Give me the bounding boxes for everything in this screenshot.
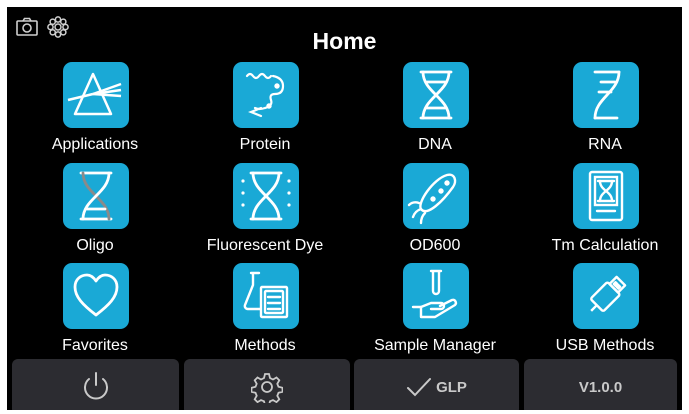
tile-dna[interactable]: DNA	[355, 62, 515, 162]
tile-label: Tm Calculation	[551, 237, 659, 254]
tile-protein[interactable]: Protein	[185, 62, 345, 162]
glp-button[interactable]: GLP	[354, 359, 519, 410]
fluorescent-helix-icon	[233, 163, 299, 229]
tile-tm-calculation[interactable]: Tm Calculation	[525, 163, 682, 263]
tile-oligo[interactable]: Oligo	[15, 163, 175, 263]
tile-label: DNA	[418, 136, 452, 153]
tile-label: Methods	[234, 337, 296, 354]
gear-icon	[251, 373, 283, 403]
settings-button[interactable]	[184, 359, 350, 410]
tile-methods[interactable]: Methods	[185, 263, 345, 363]
tile-label: RNA	[588, 136, 622, 153]
hand-tube-icon	[403, 263, 469, 329]
tile-favorites[interactable]: Favorites	[15, 263, 175, 363]
version-label: V1.0.0	[578, 378, 623, 396]
tile-fluorescent-dye[interactable]: Fluorescent Dye	[185, 163, 345, 263]
tile-label: Applications	[51, 136, 139, 153]
rna-strand-icon	[573, 62, 639, 128]
tile-label: Fluorescent Dye	[206, 237, 324, 254]
dna-helix-icon	[403, 62, 469, 128]
protein-chain-icon	[233, 62, 299, 128]
glp-label: GLP	[436, 378, 467, 396]
tm-calculation-icon	[573, 163, 639, 229]
checkmark-icon	[407, 378, 432, 397]
heart-icon	[63, 263, 129, 329]
home-screen: Home Applications Protein DNA RNA Oligo …	[7, 7, 682, 410]
power-icon	[83, 372, 108, 400]
oligo-helix-icon	[63, 163, 129, 229]
flask-documents-icon	[233, 263, 299, 329]
tile-label: Favorites	[62, 337, 128, 354]
tile-label: OD600	[409, 237, 461, 254]
tile-applications[interactable]: Applications	[15, 62, 175, 162]
tile-rna[interactable]: RNA	[525, 62, 682, 162]
tile-label: Sample Manager	[374, 337, 496, 354]
version-button[interactable]: V1.0.0	[524, 359, 677, 410]
tile-od600[interactable]: OD600	[355, 163, 515, 263]
page-title: Home	[312, 28, 377, 54]
tile-sample-manager[interactable]: Sample Manager	[355, 263, 515, 363]
tile-label: Protein	[239, 136, 291, 153]
bacteria-icon	[403, 163, 469, 229]
power-button[interactable]	[12, 359, 179, 410]
prism-icon	[63, 62, 129, 128]
tile-label: Oligo	[76, 237, 114, 254]
tile-usb-methods[interactable]: USB Methods	[525, 263, 682, 363]
usb-drive-icon	[573, 263, 639, 329]
tile-label: USB Methods	[555, 337, 655, 354]
